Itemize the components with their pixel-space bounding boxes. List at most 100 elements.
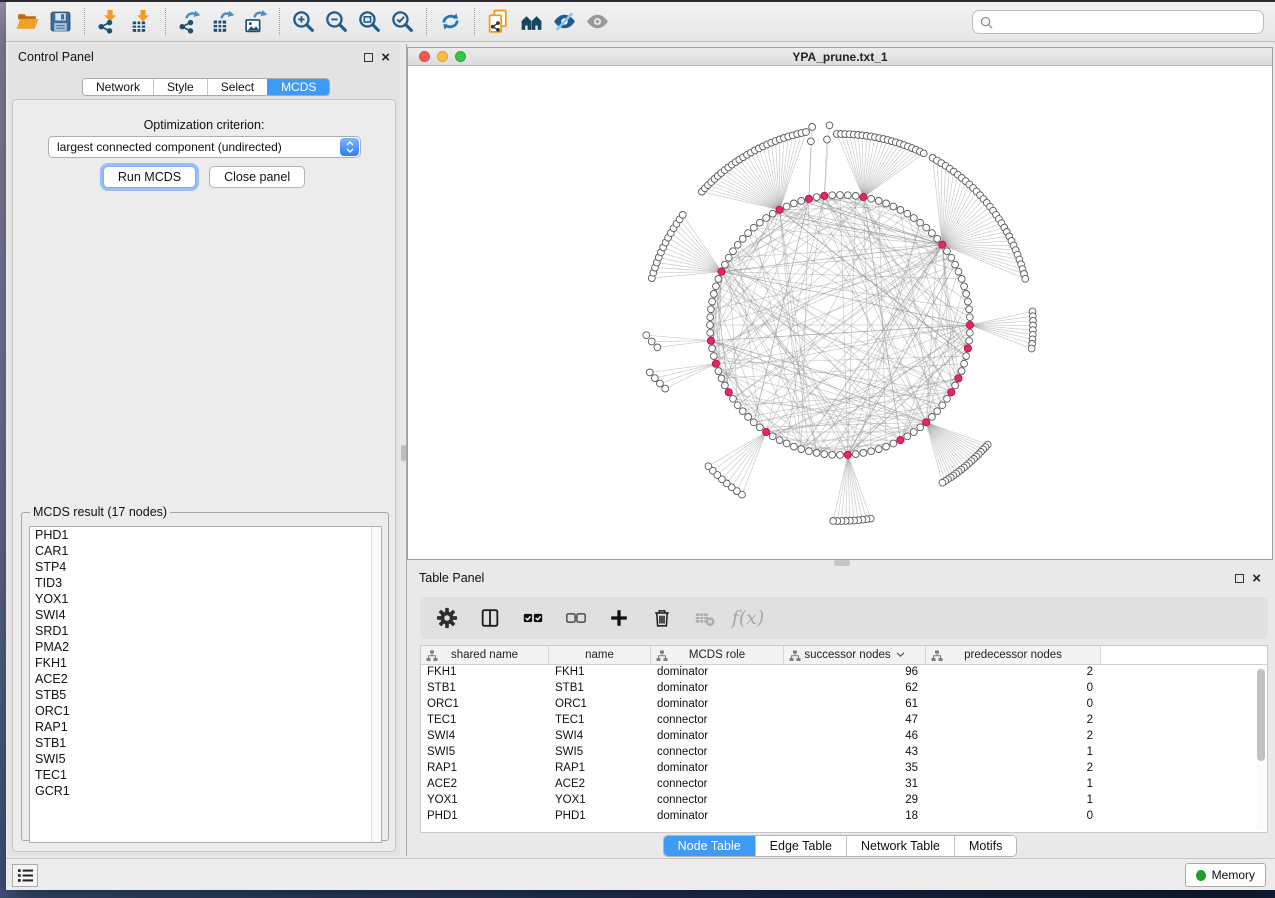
mcds-result-item[interactable]: TID3	[30, 575, 381, 591]
mcds-hub-node[interactable]	[897, 437, 904, 444]
mcds-result-item[interactable]: STP4	[30, 559, 381, 575]
table-row[interactable]: RAP1RAP1dominator352	[421, 761, 1267, 777]
horizontal-splitter-grip[interactable]	[834, 560, 850, 566]
export-table-button[interactable]	[206, 6, 239, 38]
table-cell[interactable]: dominator	[651, 665, 784, 681]
zoom-selected-button[interactable]	[386, 6, 419, 38]
network-node[interactable]	[890, 203, 897, 210]
tab-mcds[interactable]: MCDS	[267, 79, 329, 95]
table-cell[interactable]: 47	[784, 713, 926, 729]
network-node[interactable]	[654, 344, 661, 351]
mcds-hub-node[interactable]	[955, 375, 962, 382]
network-node[interactable]	[939, 479, 946, 486]
network-node[interactable]	[745, 414, 752, 421]
network-node[interactable]	[730, 248, 737, 255]
network-node[interactable]	[657, 380, 664, 387]
table-cell[interactable]: dominator	[651, 761, 784, 777]
network-node[interactable]	[750, 419, 757, 426]
network-node[interactable]	[955, 268, 962, 275]
table-row[interactable]: YOX1YOX1connector291	[421, 793, 1267, 809]
mcds-result-item[interactable]: FKH1	[30, 655, 381, 671]
float-table-panel-icon[interactable]	[1235, 574, 1244, 583]
table-cell[interactable]: 96	[784, 665, 926, 681]
network-node[interactable]	[860, 450, 867, 457]
mcds-result-item[interactable]: ACE2	[30, 671, 381, 687]
mcds-hub-node[interactable]	[707, 337, 714, 344]
table-cell[interactable]: ORC1	[549, 697, 651, 713]
import-table-button[interactable]	[125, 6, 158, 38]
network-node[interactable]	[897, 207, 904, 214]
table-cell[interactable]: connector	[651, 793, 784, 809]
network-node[interactable]	[890, 440, 897, 447]
mcds-hub-node[interactable]	[923, 419, 930, 426]
float-panel-icon[interactable]	[364, 53, 373, 62]
network-node[interactable]	[939, 402, 946, 409]
open-file-button[interactable]	[11, 6, 44, 38]
network-node[interactable]	[783, 440, 790, 447]
network-node[interactable]	[739, 408, 746, 415]
network-node[interactable]	[707, 322, 714, 329]
network-node[interactable]	[776, 437, 783, 444]
network-node[interactable]	[958, 276, 965, 283]
network-node[interactable]	[904, 210, 911, 217]
network-node[interactable]	[929, 230, 936, 237]
mcds-hub-node[interactable]	[966, 321, 973, 328]
table-cell[interactable]: connector	[651, 713, 784, 729]
table-cell[interactable]: SWI5	[421, 745, 549, 761]
network-node[interactable]	[966, 306, 973, 313]
mcds-hub-node[interactable]	[763, 428, 770, 435]
table-cell[interactable]: PHD1	[421, 809, 549, 825]
table-cell[interactable]: STB1	[549, 681, 651, 697]
table-cell[interactable]: 0	[926, 681, 1101, 697]
network-node[interactable]	[763, 215, 770, 222]
network-node[interactable]	[739, 235, 746, 242]
table-cell[interactable]: RAP1	[549, 761, 651, 777]
add-column-button[interactable]	[606, 605, 632, 631]
network-node[interactable]	[806, 448, 813, 455]
show-columns-button[interactable]	[477, 605, 503, 631]
vertical-splitter[interactable]	[400, 44, 407, 856]
network-node[interactable]	[958, 368, 965, 375]
mcds-result-item[interactable]: STB1	[30, 735, 381, 751]
network-node[interactable]	[910, 215, 917, 222]
tab-style[interactable]: Style	[153, 79, 207, 95]
column-header-predecessor-nodes[interactable]: predecessor nodes	[926, 646, 1101, 664]
table-cell[interactable]: 2	[926, 713, 1101, 729]
network-node[interactable]	[934, 235, 941, 242]
network-node[interactable]	[920, 150, 927, 157]
mcds-result-item[interactable]: ORC1	[30, 703, 381, 719]
export-network-button[interactable]	[173, 6, 206, 38]
network-node[interactable]	[722, 382, 729, 389]
table-cell[interactable]: 1	[926, 745, 1101, 761]
table-cell[interactable]: RAP1	[421, 761, 549, 777]
table-cell[interactable]: 2	[926, 665, 1101, 681]
network-node[interactable]	[783, 203, 790, 210]
network-node[interactable]	[917, 424, 924, 431]
tab-network[interactable]: Network	[83, 79, 153, 95]
network-node[interactable]	[803, 129, 810, 136]
network-node[interactable]	[813, 194, 820, 201]
network-node[interactable]	[944, 395, 951, 402]
table-cell[interactable]: 35	[784, 761, 926, 777]
table-cell[interactable]: connector	[651, 777, 784, 793]
table-cell[interactable]: 18	[784, 809, 926, 825]
network-node[interactable]	[1022, 275, 1029, 282]
column-header-MCDS-role[interactable]: MCDS role	[651, 646, 784, 664]
network-canvas[interactable]	[408, 66, 1272, 559]
table-cell[interactable]: FKH1	[549, 665, 651, 681]
table-cell[interactable]: 1	[926, 793, 1101, 809]
network-node[interactable]	[966, 337, 973, 344]
network-node[interactable]	[715, 368, 722, 375]
table-cell[interactable]: 61	[784, 697, 926, 713]
network-node[interactable]	[963, 291, 970, 298]
table-cell[interactable]: STB1	[421, 681, 549, 697]
network-node[interactable]	[883, 200, 890, 207]
network-node[interactable]	[705, 463, 712, 470]
mcds-hub-node[interactable]	[712, 360, 719, 367]
table-cell[interactable]: SWI5	[549, 745, 651, 761]
network-node[interactable]	[917, 219, 924, 226]
column-header-name[interactable]: name	[549, 646, 651, 664]
table-cell[interactable]: PHD1	[549, 809, 651, 825]
criterion-dropdown[interactable]: largest connected component (undirected)	[48, 136, 361, 158]
mcds-result-item[interactable]: CAR1	[30, 543, 381, 559]
